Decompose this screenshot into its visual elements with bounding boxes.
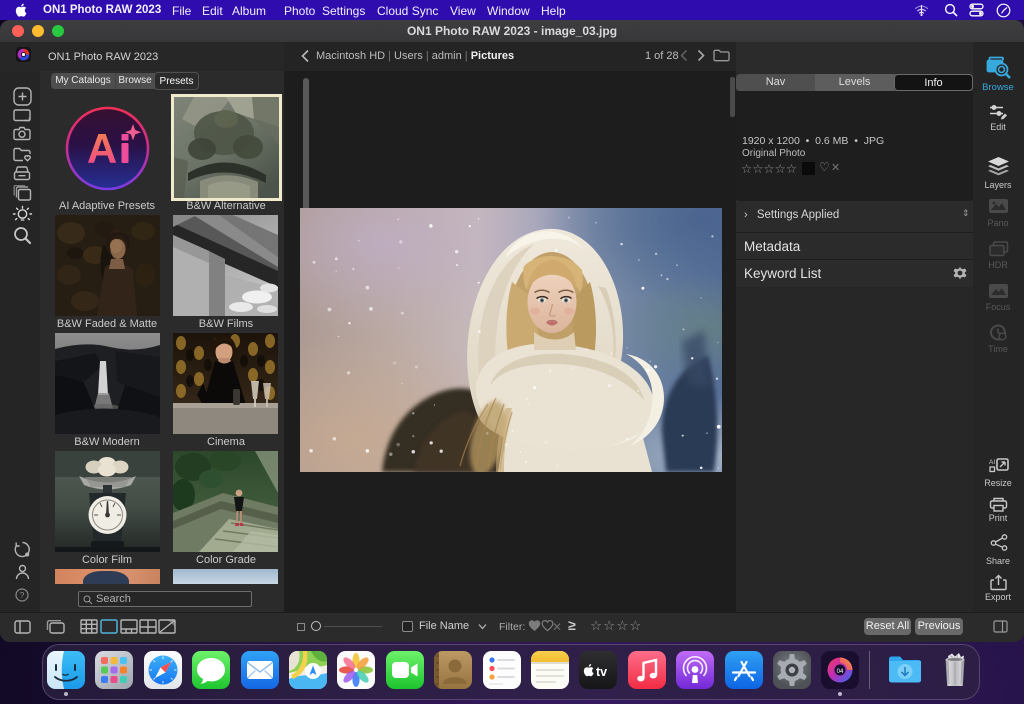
svg-text:04: 04: [837, 669, 844, 675]
svg-text:A: A: [87, 125, 117, 172]
svg-text:tv: tv: [596, 665, 607, 679]
svg-text:?: ?: [20, 590, 25, 600]
svg-text:AI: AI: [989, 459, 995, 466]
